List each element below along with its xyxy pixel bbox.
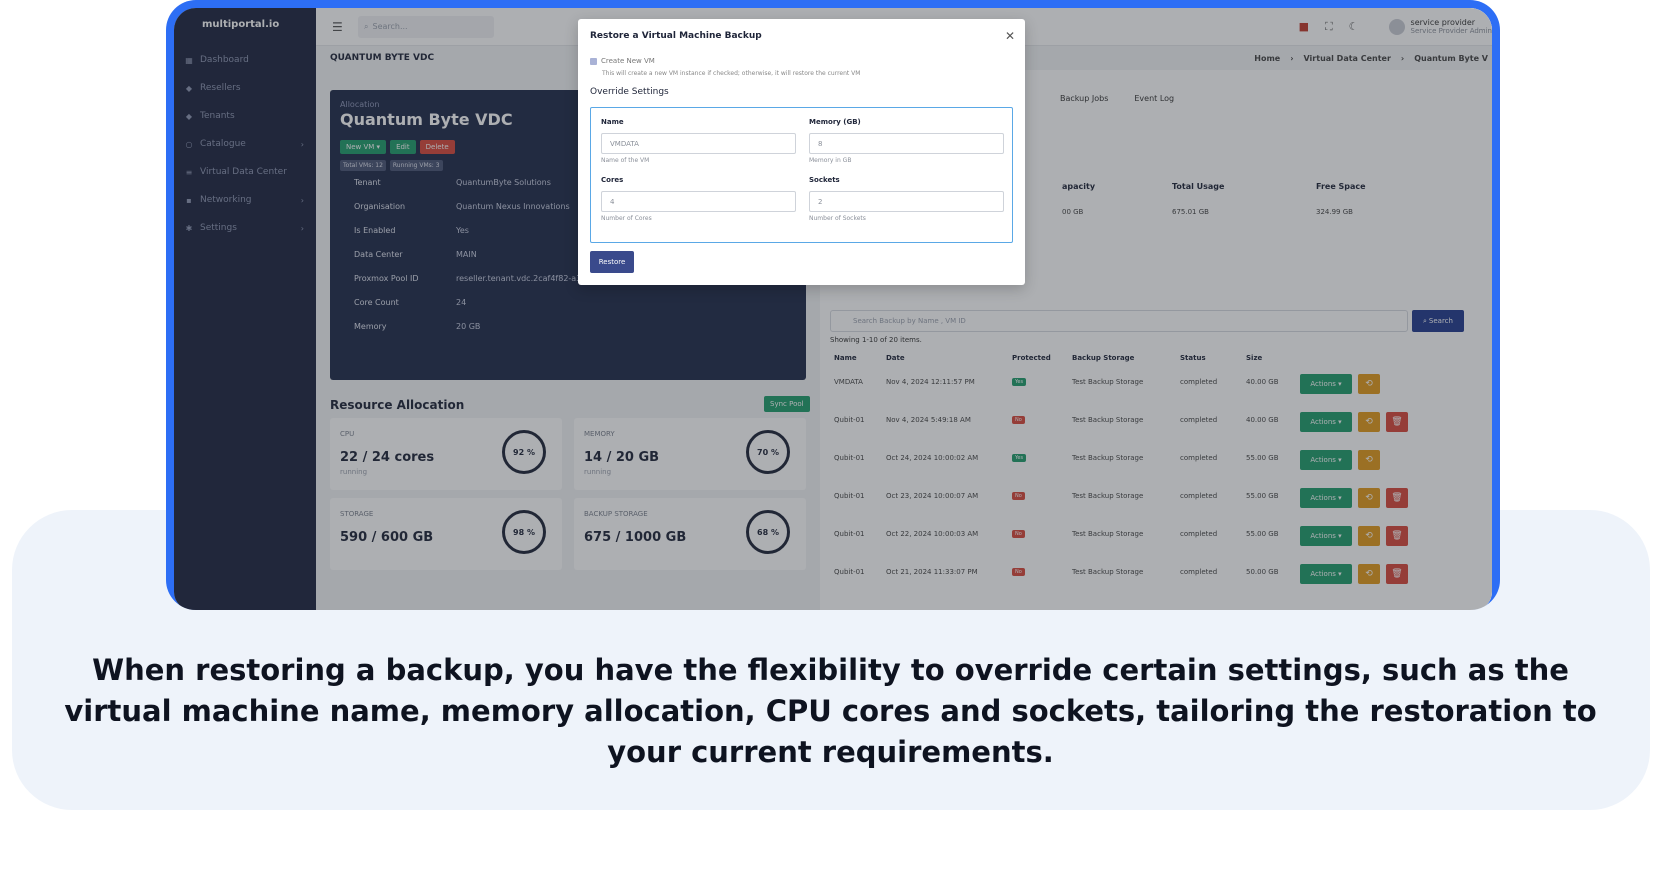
- restore-button[interactable]: Restore: [590, 251, 634, 273]
- cores-help: Number of Cores: [601, 215, 652, 222]
- checkbox-help: This will create a new VM instance if ch…: [602, 70, 861, 77]
- name-input[interactable]: VMDATA: [601, 133, 796, 154]
- cores-label: Cores: [601, 176, 624, 184]
- checkbox-icon[interactable]: [590, 57, 597, 65]
- checkbox-label: Create New VM: [601, 57, 655, 65]
- override-settings-heading: Override Settings: [590, 87, 669, 97]
- sockets-help: Number of Sockets: [809, 215, 866, 222]
- name-label: Name: [601, 118, 624, 126]
- create-new-vm-checkbox[interactable]: Create New VM: [590, 57, 655, 65]
- restore-modal: Restore a Virtual Machine Backup ✕ Creat…: [578, 19, 1025, 285]
- modal-title: Restore a Virtual Machine Backup: [590, 31, 762, 41]
- memory-help: Memory in GB: [809, 157, 852, 164]
- caption-text: When restoring a backup, you have the fl…: [64, 653, 1597, 769]
- sockets-label: Sockets: [809, 176, 840, 184]
- stage: multiportal.io ▦ Dashboard ◆ Resellers ◆ Te…: [0, 0, 1661, 891]
- close-icon[interactable]: ✕: [1005, 29, 1015, 43]
- memory-input[interactable]: 8: [809, 133, 1004, 154]
- cores-input[interactable]: 4: [601, 191, 796, 212]
- sockets-input[interactable]: 2: [809, 191, 1004, 212]
- memory-label: Memory (GB): [809, 118, 861, 126]
- override-settings-box: Name VMDATA Name of the VM Memory (GB) 8…: [590, 107, 1013, 243]
- name-help: Name of the VM: [601, 157, 650, 164]
